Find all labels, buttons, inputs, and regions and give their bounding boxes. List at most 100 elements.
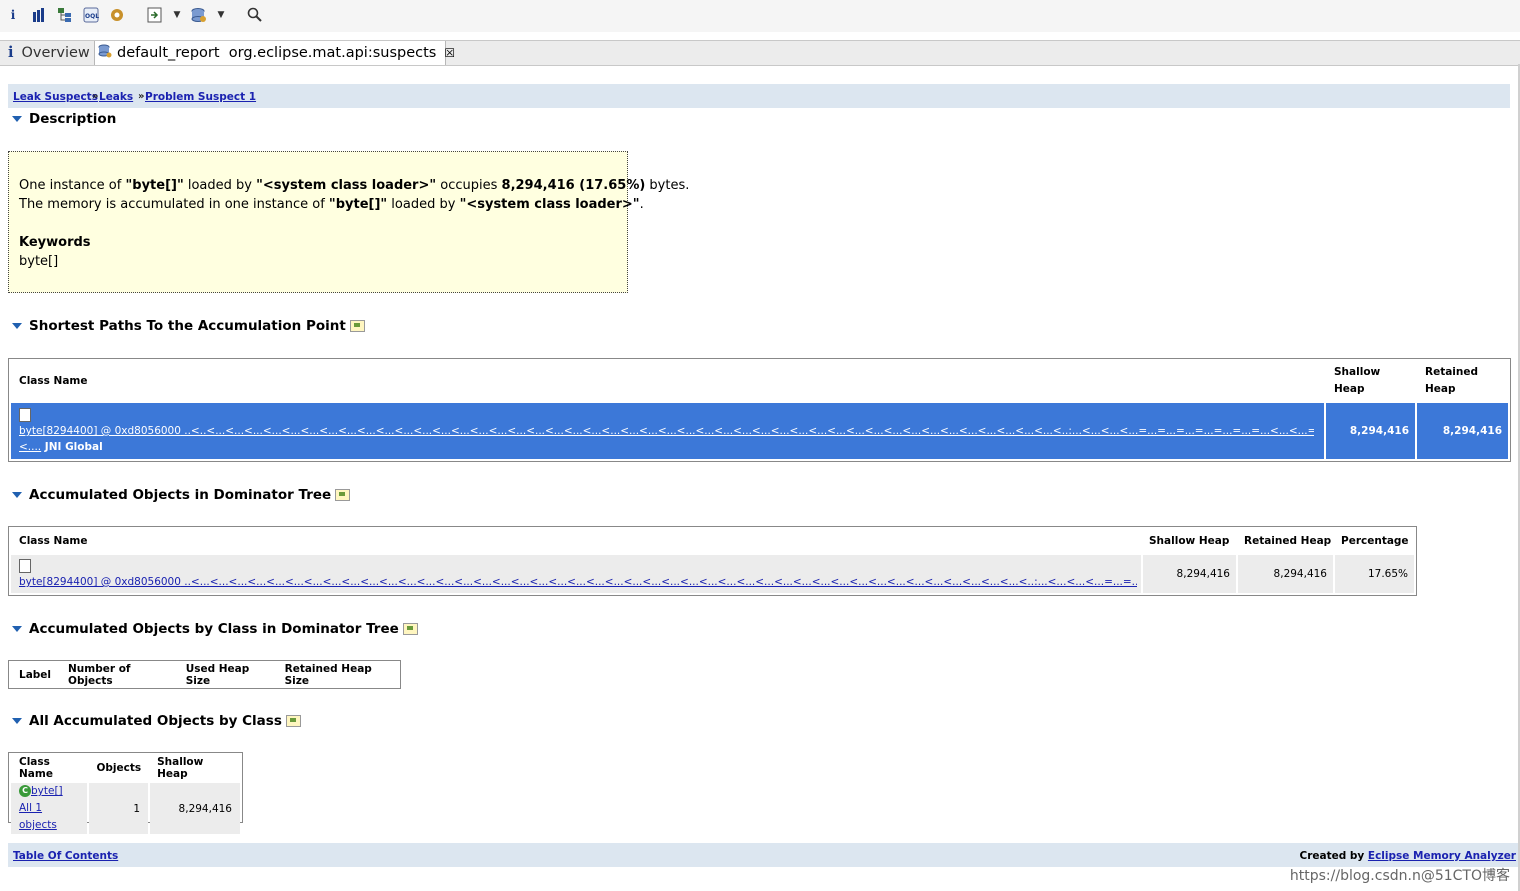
section-all-by-class[interactable]: All Accumulated Objects by Class xyxy=(10,711,301,731)
tab-label: default_report org.eclipse.mat.api:suspe… xyxy=(117,45,437,61)
tree-icon[interactable] xyxy=(56,6,74,24)
text: The memory is accumulated in one instanc… xyxy=(19,197,329,212)
close-icon[interactable]: ☒ xyxy=(444,46,455,60)
query-icon[interactable] xyxy=(285,715,301,727)
table-row[interactable]: byte[8294400] @ 0xd8056000 ..<...<...<..… xyxy=(11,555,1414,593)
dropdown-icon[interactable]: ▼ xyxy=(168,6,186,24)
text: occupies xyxy=(436,178,502,193)
collapse-triangle-icon[interactable] xyxy=(12,323,22,329)
col-class-name[interactable]: Class Name xyxy=(11,529,1141,553)
loader-name: "<system class loader>" xyxy=(459,197,640,212)
section-title: Accumulated Objects by Class in Dominato… xyxy=(29,621,399,637)
col-label[interactable]: Label xyxy=(11,663,59,687)
object-link[interactable]: byte[8294400] @ 0xd8056000 xyxy=(19,425,181,437)
gc-root-label: JNI Global xyxy=(41,441,103,453)
section-shortest-paths[interactable]: Shortest Paths To the Accumulation Point xyxy=(10,316,365,336)
col-percentage[interactable]: Percentage xyxy=(1335,529,1414,553)
db-icon[interactable] xyxy=(190,6,208,24)
dropdown-icon[interactable]: ▼ xyxy=(212,6,230,24)
objects-value: 1 xyxy=(89,783,149,834)
percentage-value: 17.65% xyxy=(1335,555,1414,593)
text: . xyxy=(639,197,644,212)
collapse-triangle-icon[interactable] xyxy=(12,492,22,498)
object-link[interactable]: byte[8294400] @ 0xd8056000 xyxy=(19,576,181,588)
retained-heap-value: 8,294,416 xyxy=(1238,555,1333,593)
section-description[interactable]: Description xyxy=(10,109,116,129)
col-number-of-objects[interactable]: Number of Objects xyxy=(61,663,177,687)
section-title: All Accumulated Objects by Class xyxy=(29,713,282,729)
table-row[interactable]: byte[8294400] @ 0xd8056000 ..<..<...<...… xyxy=(11,403,1508,459)
tab-overview[interactable]: i Overview xyxy=(0,41,92,64)
dominator-table: Class Name Shallow Heap Retained Heap Pe… xyxy=(8,526,1417,596)
table-row[interactable]: Cbyte[] All 1 objects 1 8,294,416 xyxy=(11,783,240,834)
info-icon[interactable]: i xyxy=(4,6,22,24)
object-icon xyxy=(19,408,31,422)
section-title: Accumulated Objects in Dominator Tree xyxy=(29,487,332,503)
toolbar: i OQL ▼ ▼ xyxy=(0,0,1520,32)
section-title: Description xyxy=(29,111,117,127)
text: One instance of xyxy=(19,178,126,193)
class-name: "byte[]" xyxy=(328,197,388,212)
query-icon[interactable] xyxy=(335,489,351,501)
col-class-name[interactable]: Class Name xyxy=(11,361,1324,401)
class-icon: C xyxy=(19,785,31,797)
description-box: One instance of "byte[]" loaded by "<sys… xyxy=(8,151,689,293)
tab-default-report[interactable]: default_report org.eclipse.mat.api:suspe… xyxy=(94,41,455,65)
class-name: "byte[]" xyxy=(125,178,184,193)
col-used-heap-size[interactable]: Used Heap Size xyxy=(179,663,276,687)
col-shallow-heap[interactable]: Shallow Heap xyxy=(150,755,240,781)
col-retained-heap[interactable]: Retained Heap xyxy=(1417,361,1508,401)
bar-chart-icon[interactable] xyxy=(30,6,48,24)
retained-heap-value: 8,294,416 xyxy=(1417,403,1508,459)
shallow-heap-value: 8,294,416 xyxy=(150,783,240,834)
path-link[interactable]: ..<...<...<...<...<...<...<...<...<...<.… xyxy=(181,576,1137,588)
text: bytes. xyxy=(645,178,690,193)
path-link[interactable]: ..<..<...<...<...<...<...<...<...<...<..… xyxy=(181,425,1314,437)
breadcrumb-problem-suspect[interactable]: Problem Suspect 1 xyxy=(145,91,256,103)
description-line-2: The memory is accumulated in one instanc… xyxy=(19,195,644,214)
breadcrumb: Leak Suspects » Leaks » Problem Suspect … xyxy=(8,84,1510,108)
open-icon[interactable] xyxy=(146,6,164,24)
breadcrumb-separator: » xyxy=(138,91,145,102)
collapse-triangle-icon[interactable] xyxy=(12,626,22,632)
breadcrumb-leaks[interactable]: Leaks xyxy=(99,91,133,103)
all-by-class-table: Class Name Objects Shallow Heap Cbyte[] … xyxy=(8,752,243,834)
col-retained-heap-size[interactable]: Retained Heap Size xyxy=(278,663,398,687)
section-dominator[interactable]: Accumulated Objects in Dominator Tree xyxy=(10,485,351,505)
col-shallow-heap[interactable]: Shallow Heap xyxy=(1326,361,1415,401)
editor-tab-bar: i Overview default_report org.eclipse.ma… xyxy=(0,40,1520,66)
collapse-triangle-icon[interactable] xyxy=(12,116,22,122)
eclipse-mat-link[interactable]: Eclipse Memory Analyzer xyxy=(1368,850,1516,862)
table-of-contents-link[interactable]: Table Of Contents xyxy=(13,850,118,862)
tab-label: Overview xyxy=(21,44,90,61)
query-icon[interactable] xyxy=(349,320,365,332)
query-icon[interactable] xyxy=(402,623,418,635)
created-by-label: Created by xyxy=(1299,850,1368,862)
db-icon xyxy=(98,44,112,62)
text: loaded by xyxy=(387,197,460,212)
breadcrumb-separator: » xyxy=(92,91,99,102)
info-icon: i xyxy=(8,44,14,61)
shortest-paths-table: Class Name Shallow Heap Retained Heap by… xyxy=(8,358,1511,462)
path-link[interactable]: <.... xyxy=(19,441,41,453)
collapse-triangle-icon[interactable] xyxy=(12,718,22,724)
all-objects-link[interactable]: All 1 objects xyxy=(19,802,57,831)
by-class-dominator-table: Label Number of Objects Used Heap Size R… xyxy=(8,660,401,689)
section-title: Shortest Paths To the Accumulation Point xyxy=(29,318,346,334)
keywords-value: byte[] xyxy=(19,254,59,269)
col-retained-heap[interactable]: Retained Heap xyxy=(1238,529,1333,553)
section-by-class-dominator[interactable]: Accumulated Objects by Class in Dominato… xyxy=(10,619,418,639)
search-icon[interactable] xyxy=(246,6,264,24)
description-line-1: One instance of "byte[]" loaded by "<sys… xyxy=(19,176,689,195)
loader-name: "<system class loader>" xyxy=(256,178,437,193)
created-by: Created by Eclipse Memory Analyzer xyxy=(1299,850,1516,862)
class-link[interactable]: byte[] xyxy=(31,785,63,797)
col-shallow-heap[interactable]: Shallow Heap xyxy=(1143,529,1236,553)
gear-icon[interactable] xyxy=(108,6,126,24)
breadcrumb-leak-suspects[interactable]: Leak Suspects xyxy=(13,91,98,103)
col-class-name[interactable]: Class Name xyxy=(11,755,87,781)
keywords-label: Keywords xyxy=(19,235,91,250)
oql-icon[interactable]: OQL xyxy=(82,6,100,24)
col-objects[interactable]: Objects xyxy=(89,755,148,781)
shallow-heap-value: 8,294,416 xyxy=(1143,555,1236,593)
